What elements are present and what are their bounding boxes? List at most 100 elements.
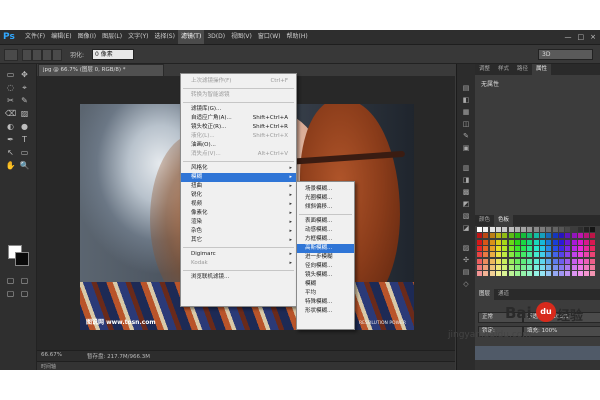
color-swatch[interactable]	[558, 227, 564, 232]
color-swatch[interactable]	[590, 258, 596, 264]
color-swatch[interactable]	[533, 227, 539, 232]
color-swatch[interactable]	[502, 252, 508, 258]
pen-icon[interactable]: ✒	[5, 135, 16, 145]
hand-icon[interactable]: ✋	[5, 161, 16, 171]
tool-preset-button[interactable]	[4, 49, 18, 61]
color-swatch[interactable]	[489, 271, 495, 277]
add-selection-icon[interactable]	[32, 49, 42, 61]
color-swatch[interactable]	[565, 264, 571, 270]
menu-item[interactable]: 光圈模糊...	[297, 194, 354, 203]
color-swatch[interactable]	[540, 258, 545, 264]
color-swatch[interactable]	[477, 245, 482, 251]
menu-item[interactable]: 锐化 ▸	[181, 191, 296, 200]
background-color-swatch[interactable]	[15, 252, 29, 266]
menu-item[interactable]: 高斯模糊...	[297, 244, 354, 253]
eraser-icon[interactable]: ⌫	[5, 109, 16, 119]
dock-panel-icon[interactable]: ▤	[461, 84, 471, 93]
menu-item[interactable]: 扭曲 ▸	[181, 182, 296, 191]
color-swatch[interactable]	[546, 233, 552, 239]
color-tab-0[interactable]: 颜色	[475, 215, 494, 226]
color-swatch[interactable]	[502, 245, 508, 251]
color-swatch[interactable]	[577, 264, 583, 270]
props-tab-3[interactable]: 属性	[532, 64, 552, 75]
menu-10[interactable]: 帮助(H)	[284, 30, 311, 44]
color-swatch[interactable]	[552, 258, 558, 264]
color-swatch[interactable]	[571, 245, 577, 251]
menu-item[interactable]: 模糊	[297, 280, 354, 289]
shape-icon[interactable]: ▭	[19, 148, 30, 158]
menu-item[interactable]: 方框模糊...	[297, 235, 354, 244]
color-swatch[interactable]	[508, 264, 514, 270]
color-swatch[interactable]	[495, 264, 501, 270]
color-swatch[interactable]	[577, 258, 583, 264]
color-swatch[interactable]	[477, 252, 482, 258]
color-swatch[interactable]	[514, 245, 520, 251]
menu-item[interactable]: 特殊模糊...	[297, 298, 354, 307]
color-swatch[interactable]	[502, 233, 508, 239]
color-swatch[interactable]	[571, 233, 577, 239]
color-swatch[interactable]	[489, 264, 495, 270]
color-swatch[interactable]	[546, 227, 552, 232]
color-swatch[interactable]	[495, 258, 501, 264]
dock-panel-icon[interactable]: ◫	[461, 120, 471, 129]
color-swatch[interactable]	[483, 264, 489, 270]
dock-panel-icon[interactable]: ▧	[461, 212, 471, 221]
color-swatch[interactable]	[527, 271, 533, 277]
color-swatch[interactable]	[533, 252, 539, 258]
color-swatch[interactable]	[584, 239, 590, 245]
color-swatch[interactable]	[558, 264, 564, 270]
menu-item[interactable]: 其它 ▸	[181, 236, 296, 245]
color-swatch[interactable]	[577, 233, 583, 239]
color-swatch[interactable]	[558, 233, 564, 239]
color-swatch[interactable]	[483, 227, 489, 232]
menu-item[interactable]: 像素化 ▸	[181, 209, 296, 218]
menu-item[interactable]: 动感模糊...	[297, 226, 354, 235]
move-icon[interactable]: ✥	[19, 70, 30, 80]
layers-tab-1[interactable]: 通道	[494, 289, 513, 300]
color-swatch[interactable]	[565, 227, 571, 232]
color-swatch[interactable]	[521, 245, 527, 251]
color-swatch[interactable]	[521, 258, 527, 264]
dock-panel-icon[interactable]: ✣	[461, 256, 471, 265]
menu-item[interactable]: 自适应广角(A)... Shift+Ctrl+A	[181, 114, 296, 123]
color-swatch[interactable]	[590, 271, 596, 277]
color-swatch[interactable]	[489, 252, 495, 258]
color-swatch[interactable]	[540, 239, 545, 245]
color-swatch[interactable]	[527, 264, 533, 270]
color-swatch[interactable]	[483, 245, 489, 251]
color-swatch[interactable]	[577, 245, 583, 251]
menu-0[interactable]: 文件(F)	[22, 30, 48, 44]
menu-item[interactable]: 平均	[297, 289, 354, 298]
color-swatch[interactable]	[533, 271, 539, 277]
color-swatch[interactable]	[571, 264, 577, 270]
color-swatch[interactable]	[527, 227, 533, 232]
color-swatch[interactable]	[527, 233, 533, 239]
mode-toggle-icon[interactable]: ▢	[19, 276, 30, 286]
menu-7[interactable]: 3D(D)	[204, 30, 228, 44]
color-swatch[interactable]	[590, 264, 596, 270]
color-swatch[interactable]	[514, 252, 520, 258]
menu-item[interactable]: 径向模糊...	[297, 262, 354, 271]
color-swatch[interactable]	[540, 227, 545, 232]
menu-3[interactable]: 图层(L)	[99, 30, 125, 44]
props-tab-0[interactable]: 调整	[475, 64, 494, 75]
color-swatch[interactable]	[483, 271, 489, 277]
path-select-icon[interactable]: ↖	[5, 148, 16, 158]
dock-panel-icon[interactable]: ▩	[461, 188, 471, 197]
color-swatch[interactable]	[502, 258, 508, 264]
mode-toggle-icon[interactable]: ▢	[19, 289, 30, 299]
color-swatch[interactable]	[546, 258, 552, 264]
color-swatch[interactable]	[558, 258, 564, 264]
color-swatch[interactable]	[540, 252, 545, 258]
lasso-icon[interactable]: ◌	[5, 83, 16, 93]
color-swatch[interactable]	[552, 233, 558, 239]
color-swatch[interactable]	[565, 239, 571, 245]
menu-item[interactable]: 场景模糊...	[297, 185, 354, 194]
color-swatch[interactable]	[571, 239, 577, 245]
color-swatch[interactable]	[508, 227, 514, 232]
menu-item[interactable]: 形状模糊...	[297, 307, 354, 316]
color-swatch[interactable]	[584, 252, 590, 258]
props-tab-2[interactable]: 路径	[513, 64, 532, 75]
timeline-tab[interactable]: 时间轴	[41, 363, 56, 370]
workspace-dropdown[interactable]: 3D	[538, 49, 593, 60]
